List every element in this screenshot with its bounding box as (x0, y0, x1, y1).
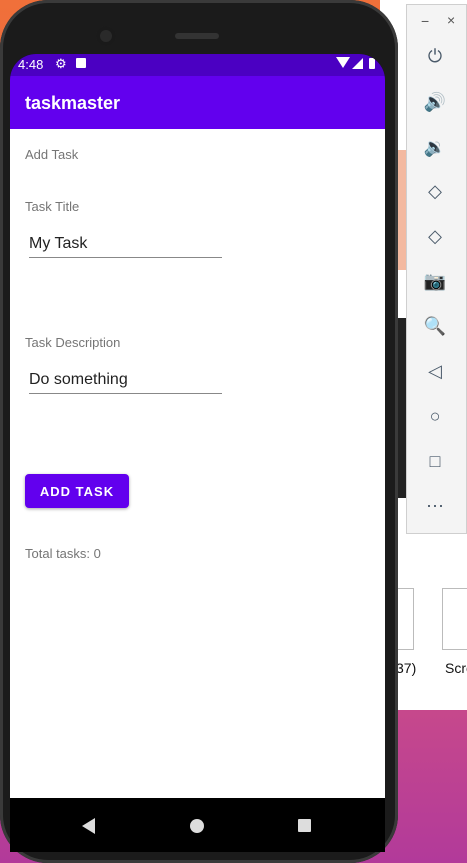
earpiece-speaker (175, 33, 219, 39)
overview-icon[interactable]: □ (422, 448, 448, 474)
app-title: taskmaster (25, 93, 121, 113)
notification-a-icon (76, 58, 86, 68)
phone-screen: 4:48 ⚙ taskmaster Add Task Task Title My… (10, 54, 385, 852)
wifi-icon (336, 57, 350, 68)
navigation-bar (10, 798, 385, 852)
desktop-file-label: 37) (396, 660, 417, 676)
total-tasks-text: Total tasks: 0 (25, 546, 101, 561)
battery-icon (369, 58, 375, 69)
cell-signal-icon (352, 58, 363, 69)
status-bar: 4:48 ⚙ (10, 54, 385, 76)
page-heading: Add Task (25, 147, 79, 162)
home-icon[interactable] (190, 819, 204, 833)
rotate-left-icon[interactable]: ◇ (422, 178, 448, 204)
phone-frame: 4:48 ⚙ taskmaster Add Task Task Title My… (0, 0, 398, 863)
close-icon[interactable]: × (447, 12, 455, 28)
front-camera (96, 26, 116, 46)
emulator-toolbar: − × ⏻ 🔊 🔉 ◇ ◇ 📷 🔍 ◁ ○ □ ⋯ (406, 4, 467, 534)
status-time: 4:48 (18, 57, 44, 72)
desktop-window-dark-strip (398, 318, 406, 498)
home-icon[interactable]: ○ (422, 403, 448, 429)
add-task-form: Add Task Task Title My Task Task Descrip… (10, 129, 385, 798)
add-task-button[interactable]: ADD TASK (25, 474, 129, 508)
rotate-right-icon[interactable]: ◇ (422, 223, 448, 249)
power-icon[interactable]: ⏻ (422, 43, 448, 69)
task-description-label: Task Description (25, 335, 121, 350)
task-description-input[interactable]: Do something (29, 371, 222, 394)
desktop-file-label: Scre (445, 660, 467, 676)
back-icon[interactable]: ◁ (422, 358, 448, 384)
more-icon[interactable]: ⋯ (422, 493, 448, 519)
recents-icon[interactable] (298, 819, 311, 832)
app-bar: taskmaster (10, 76, 385, 129)
task-title-label: Task Title (25, 199, 80, 214)
volume-down-icon[interactable]: 🔉 (422, 134, 448, 160)
toolbar-window-controls: − × (407, 5, 466, 39)
desktop-file-thumbnail[interactable] (442, 588, 467, 650)
desktop-window-strip (398, 150, 406, 270)
minimize-icon[interactable]: − (421, 13, 429, 29)
zoom-icon[interactable]: 🔍 (422, 313, 448, 339)
volume-up-icon[interactable]: 🔊 (422, 89, 448, 115)
camera-icon[interactable]: 📷 (422, 268, 448, 294)
settings-gear-icon: ⚙ (55, 56, 67, 71)
task-title-input[interactable]: My Task (29, 235, 222, 258)
back-icon[interactable] (82, 818, 95, 834)
